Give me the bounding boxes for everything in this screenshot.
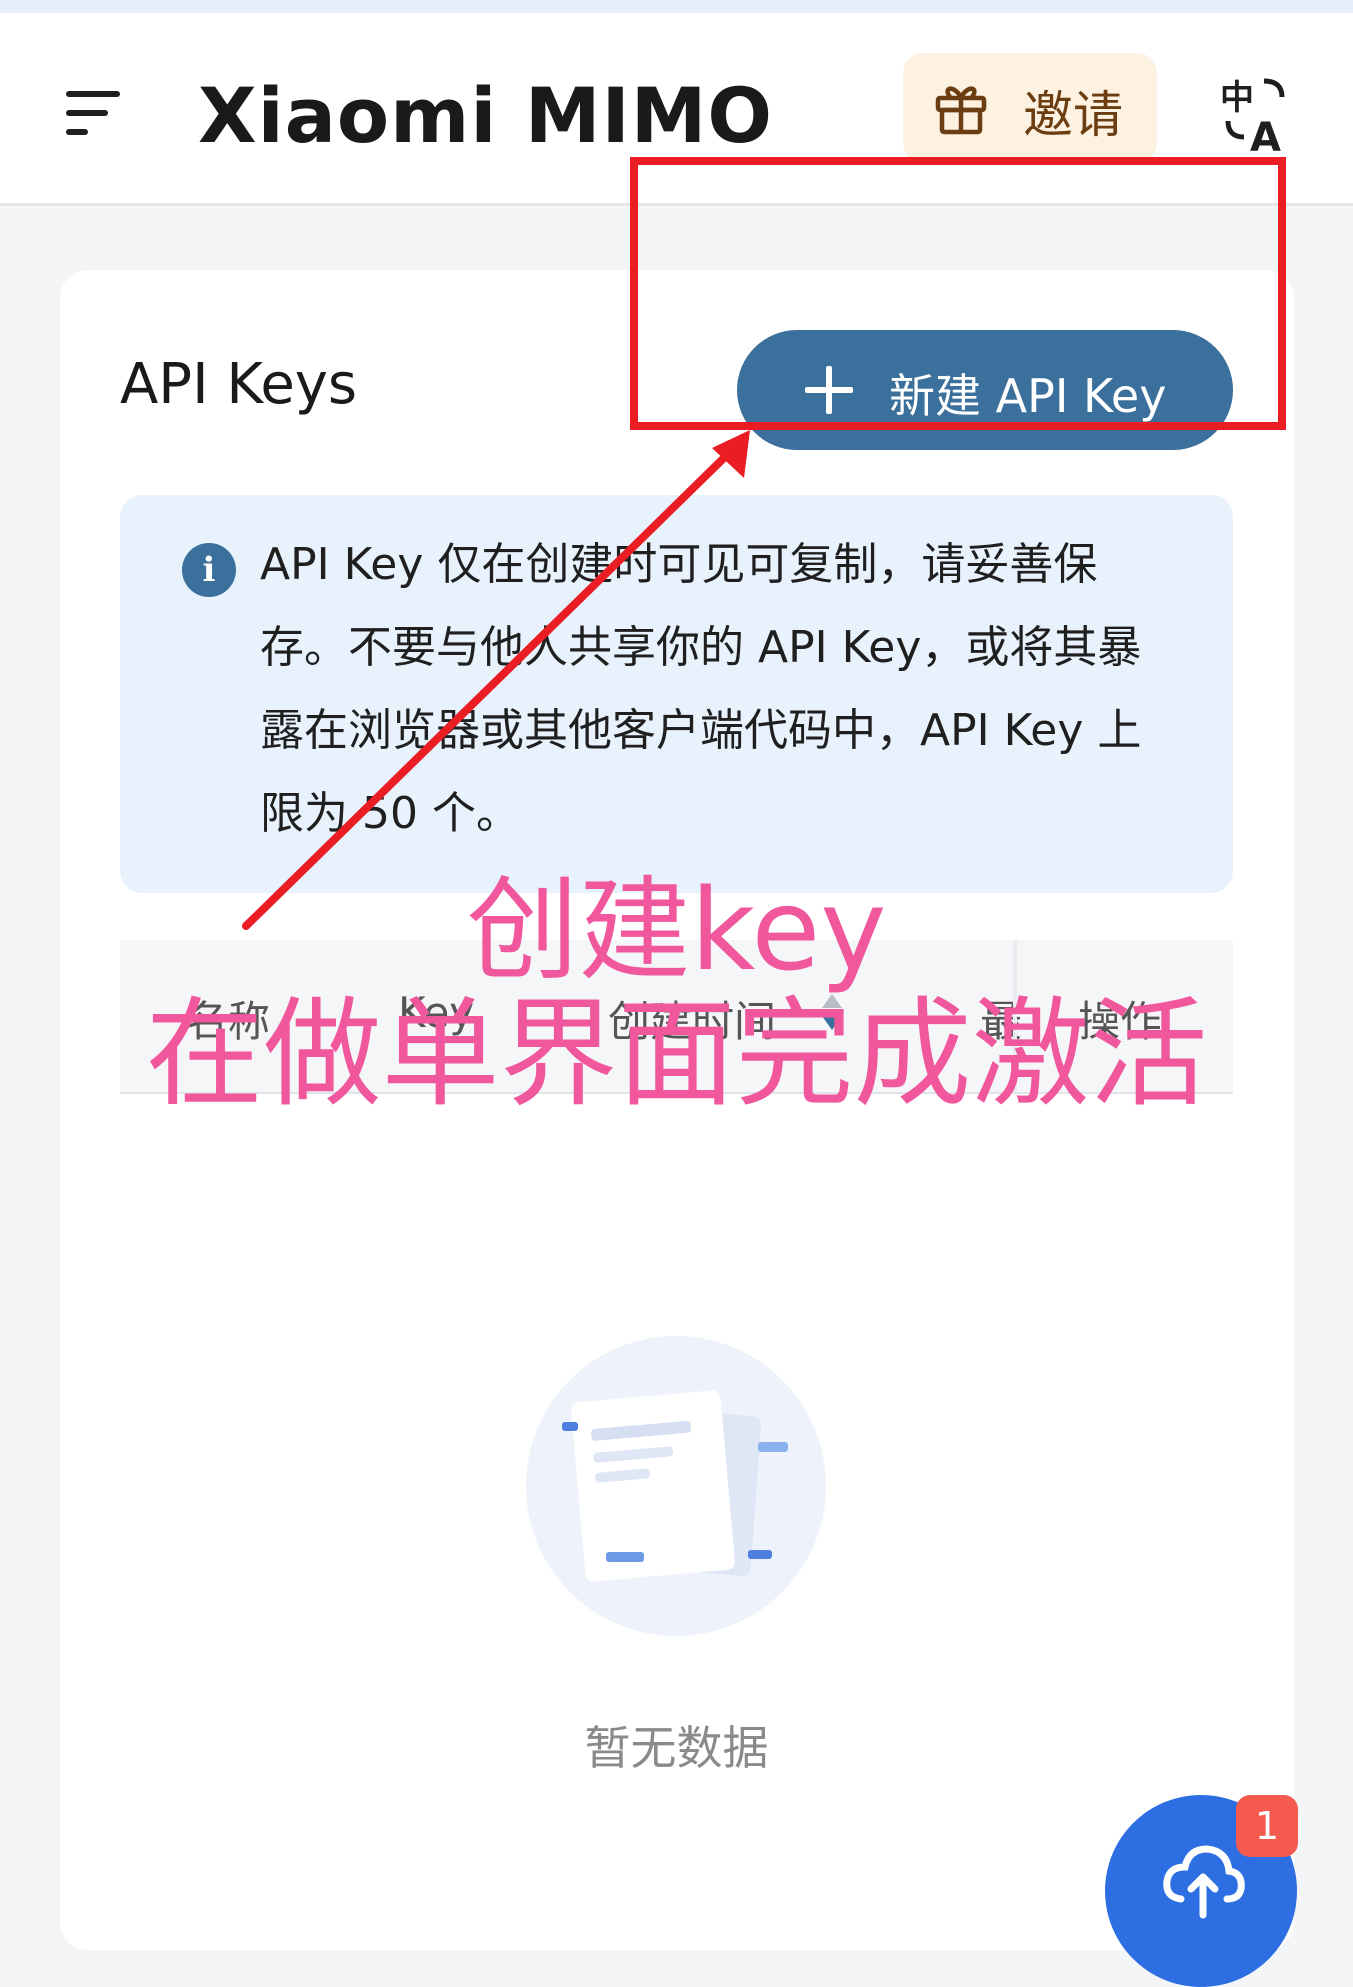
- svg-text:中: 中: [1220, 78, 1254, 118]
- column-divider: [1013, 940, 1017, 1092]
- empty-state-icon: [526, 1336, 826, 1636]
- plus-icon: [805, 366, 853, 414]
- cloud-upload-icon: [1163, 1845, 1245, 1919]
- app-logo: Xiaomi MIMO: [198, 71, 773, 160]
- translate-icon[interactable]: 中 A: [1220, 75, 1290, 155]
- svg-text:A: A: [1250, 115, 1281, 155]
- table-header: 名称 Key 创建时间 最 操作: [120, 940, 1233, 1094]
- info-icon: i: [182, 543, 236, 597]
- new-api-key-label: 新建 API Key: [889, 369, 1167, 423]
- info-notice: i API Key 仅在创建时可见可复制，请妥善保存。不要与他人共享你的 API…: [120, 495, 1233, 893]
- new-api-key-button[interactable]: 新建 API Key: [737, 330, 1233, 450]
- column-created-time[interactable]: 创建时间: [608, 988, 776, 1049]
- gift-icon: [935, 86, 987, 135]
- page-title: API Keys: [120, 352, 358, 417]
- menu-icon[interactable]: [66, 85, 122, 141]
- empty-state-text: 暂无数据: [584, 1721, 769, 1775]
- column-key[interactable]: Key: [398, 988, 474, 1037]
- invite-button[interactable]: 邀请: [903, 53, 1157, 163]
- top-strip: [0, 0, 1353, 13]
- notice-text: API Key 仅在创建时可见可复制，请妥善保存。不要与他人共享你的 API K…: [260, 539, 1142, 839]
- app-header: Xiaomi MIMO 邀请 中 A: [0, 13, 1353, 206]
- column-name[interactable]: 名称: [186, 988, 270, 1049]
- sort-icon[interactable]: [820, 990, 844, 1034]
- invite-label: 邀请: [1023, 86, 1123, 144]
- column-actions: 操作: [1078, 997, 1163, 1046]
- notification-badge: 1: [1236, 1795, 1298, 1857]
